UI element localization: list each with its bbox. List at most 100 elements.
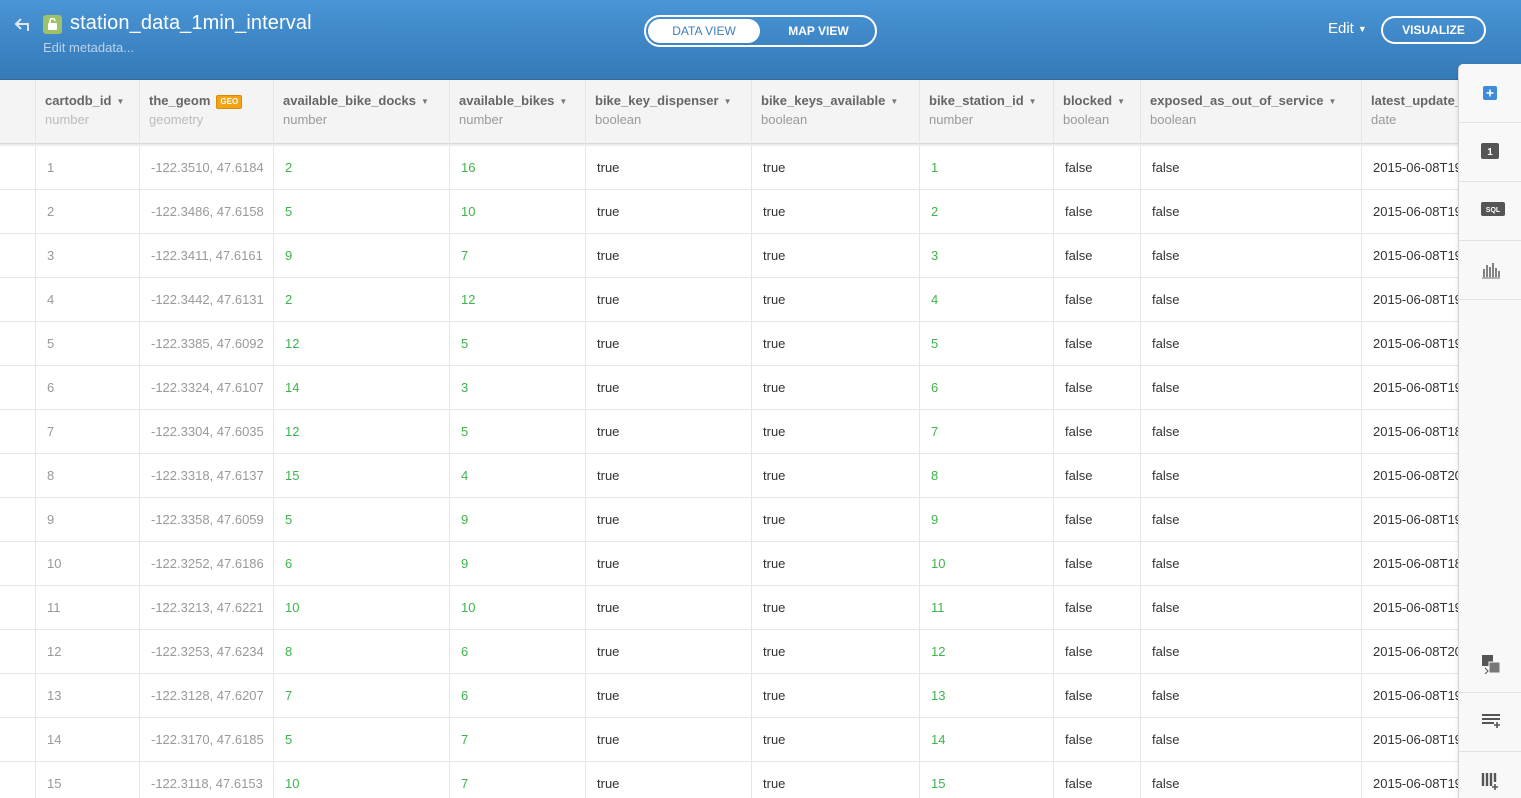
- table-cell[interactable]: 2015-06-08T19: [1362, 586, 1458, 629]
- table-cell[interactable]: true: [586, 322, 752, 365]
- table-cell[interactable]: true: [586, 630, 752, 673]
- table-cell[interactable]: true: [752, 190, 920, 233]
- table-cell[interactable]: false: [1054, 190, 1141, 233]
- table-cell[interactable]: 6: [920, 366, 1054, 409]
- table-cell[interactable]: false: [1141, 498, 1362, 541]
- table-cell[interactable]: true: [586, 762, 752, 798]
- table-cell[interactable]: 2015-06-08T19: [1362, 366, 1458, 409]
- table-cell[interactable]: true: [752, 630, 920, 673]
- table-cell[interactable]: 14: [36, 718, 140, 761]
- table-cell[interactable]: 10: [274, 762, 450, 798]
- column-header-bike-keys-available[interactable]: bike_keys_available ▼ boolean: [752, 80, 920, 144]
- table-cell[interactable]: 10: [920, 542, 1054, 585]
- table-cell[interactable]: 4: [36, 278, 140, 321]
- table-cell[interactable]: false: [1054, 366, 1141, 409]
- table-cell[interactable]: false: [1141, 630, 1362, 673]
- row-gutter[interactable]: [0, 586, 36, 629]
- column-name[interactable]: bike_station_id ▼: [929, 93, 1037, 108]
- column-type[interactable]: geometry: [149, 112, 203, 127]
- column-header-the-geom[interactable]: the_geom GEO geometry: [140, 80, 274, 144]
- table-cell[interactable]: true: [752, 586, 920, 629]
- row-gutter[interactable]: [0, 542, 36, 585]
- table-cell[interactable]: 10: [274, 586, 450, 629]
- table-cell[interactable]: 1: [36, 146, 140, 189]
- row-gutter[interactable]: [0, 278, 36, 321]
- table-cell[interactable]: 9: [920, 498, 1054, 541]
- table-cell[interactable]: 2: [36, 190, 140, 233]
- table-cell[interactable]: true: [752, 322, 920, 365]
- column-type[interactable]: boolean: [1063, 112, 1109, 127]
- chevron-down-icon[interactable]: ▼: [1328, 97, 1336, 106]
- table-cell[interactable]: 2015-06-08T19: [1362, 674, 1458, 717]
- table-cell[interactable]: 3: [920, 234, 1054, 277]
- table-cell[interactable]: true: [752, 542, 920, 585]
- row-gutter[interactable]: [0, 410, 36, 453]
- table-cell[interactable]: 14: [920, 718, 1054, 761]
- table-cell[interactable]: 6: [274, 542, 450, 585]
- edit-menu[interactable]: Edit ▼: [1328, 20, 1367, 37]
- tab-map-view[interactable]: MAP VIEW: [762, 17, 875, 45]
- table-cell[interactable]: 5: [36, 322, 140, 365]
- table-cell[interactable]: false: [1141, 410, 1362, 453]
- column-type[interactable]: number: [45, 112, 89, 127]
- column-header-cartodb-id[interactable]: cartodb_id ▼ number: [36, 80, 140, 144]
- table-cell[interactable]: false: [1054, 762, 1141, 798]
- table-cell[interactable]: 2015-06-08T19: [1362, 234, 1458, 277]
- merge-tables-tool[interactable]: [1459, 634, 1521, 693]
- table-cell[interactable]: 5: [274, 498, 450, 541]
- sql-tool[interactable]: SQL: [1459, 182, 1521, 241]
- column-type[interactable]: number: [929, 112, 973, 127]
- chevron-down-icon[interactable]: ▼: [116, 97, 124, 106]
- table-cell[interactable]: false: [1141, 718, 1362, 761]
- table-cell[interactable]: true: [586, 542, 752, 585]
- table-cell[interactable]: 12: [450, 278, 586, 321]
- table-cell[interactable]: 3: [36, 234, 140, 277]
- table-cell[interactable]: false: [1054, 586, 1141, 629]
- table-cell[interactable]: 15: [36, 762, 140, 798]
- table-cell[interactable]: 14: [274, 366, 450, 409]
- table-cell[interactable]: false: [1141, 190, 1362, 233]
- table-cell[interactable]: 2015-06-08T19: [1362, 762, 1458, 798]
- table-cell[interactable]: -122.3510, 47.6184: [140, 146, 274, 189]
- table-cell[interactable]: true: [586, 410, 752, 453]
- table-cell[interactable]: 12: [274, 322, 450, 365]
- row-gutter[interactable]: [0, 366, 36, 409]
- table-cell[interactable]: 12: [274, 410, 450, 453]
- table-cell[interactable]: -122.3304, 47.6035: [140, 410, 274, 453]
- row-gutter[interactable]: [0, 498, 36, 541]
- table-cell[interactable]: 2015-06-08T18: [1362, 542, 1458, 585]
- table-cell[interactable]: -122.3170, 47.6185: [140, 718, 274, 761]
- table-cell[interactable]: true: [586, 498, 752, 541]
- table-cell[interactable]: 7: [36, 410, 140, 453]
- table-cell[interactable]: 8: [920, 454, 1054, 497]
- table-cell[interactable]: 2015-06-08T18: [1362, 410, 1458, 453]
- add-layer-tool[interactable]: [1459, 64, 1521, 123]
- table-cell[interactable]: 2: [920, 190, 1054, 233]
- table-cell[interactable]: 13: [920, 674, 1054, 717]
- column-name[interactable]: bike_keys_available ▼: [761, 93, 898, 108]
- row-gutter[interactable]: [0, 454, 36, 497]
- table-cell[interactable]: 10: [450, 190, 586, 233]
- table-cell[interactable]: false: [1141, 762, 1362, 798]
- tab-data-view[interactable]: DATA VIEW: [648, 19, 760, 43]
- table-cell[interactable]: 2: [274, 146, 450, 189]
- row-gutter[interactable]: [0, 234, 36, 277]
- table-cell[interactable]: false: [1054, 630, 1141, 673]
- table-cell[interactable]: true: [586, 146, 752, 189]
- column-header-exposed-as-out-of-service[interactable]: exposed_as_out_of_service ▼ boolean: [1141, 80, 1362, 144]
- table-cell[interactable]: 2015-06-08T19: [1362, 498, 1458, 541]
- table-cell[interactable]: false: [1141, 278, 1362, 321]
- table-cell[interactable]: true: [752, 278, 920, 321]
- table-cell[interactable]: false: [1141, 234, 1362, 277]
- table-cell[interactable]: 12: [920, 630, 1054, 673]
- table-cell[interactable]: false: [1141, 366, 1362, 409]
- edit-metadata-link[interactable]: Edit metadata...: [43, 40, 134, 55]
- table-cell[interactable]: true: [586, 190, 752, 233]
- table-cell[interactable]: 7: [450, 762, 586, 798]
- row-gutter[interactable]: [0, 146, 36, 189]
- column-name[interactable]: blocked ▼: [1063, 93, 1125, 108]
- table-cell[interactable]: 7: [920, 410, 1054, 453]
- table-cell[interactable]: true: [586, 718, 752, 761]
- table-cell[interactable]: true: [586, 674, 752, 717]
- table-cell[interactable]: -122.3486, 47.6158: [140, 190, 274, 233]
